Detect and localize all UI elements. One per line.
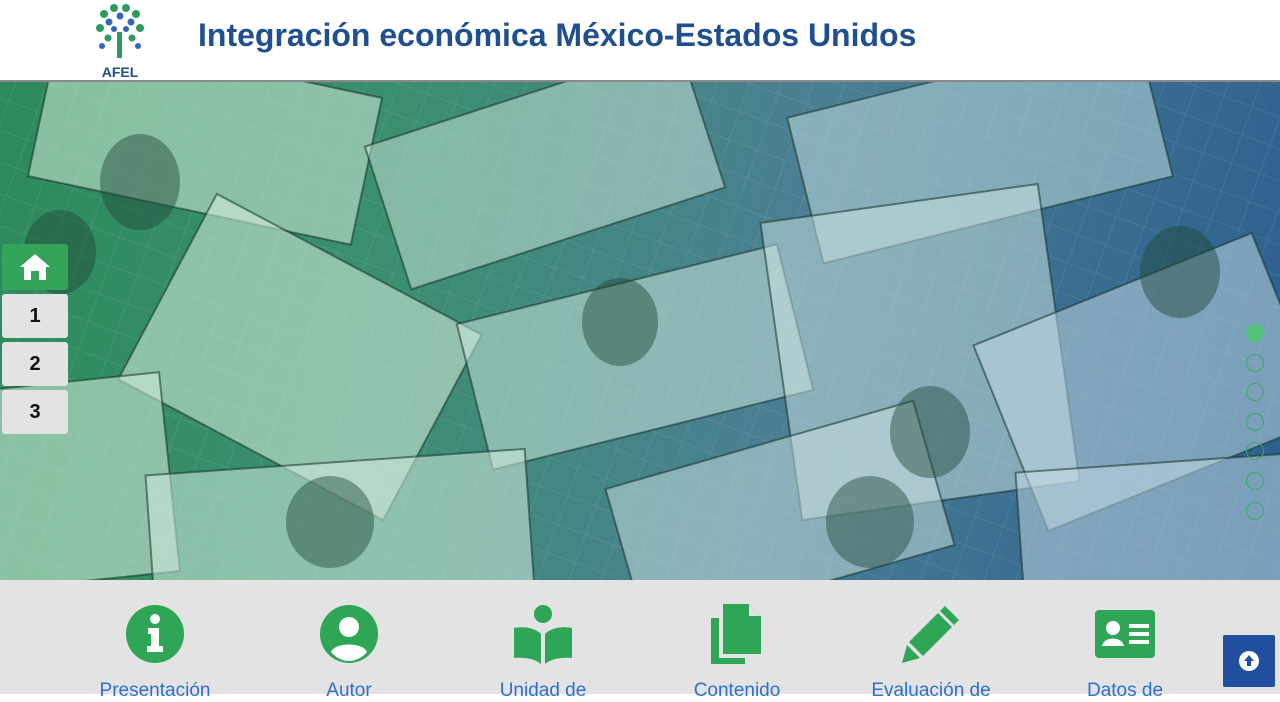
hero-banner <box>0 82 1280 580</box>
site-header: AFEL Integración económica México-Estado… <box>0 0 1280 82</box>
sidenav-item-3[interactable]: 3 <box>2 390 68 434</box>
money-bills-image <box>0 82 1280 580</box>
sidenav-item-1[interactable]: 1 <box>2 294 68 338</box>
slider-dot[interactable] <box>1246 353 1264 372</box>
slider-dots <box>1246 324 1266 531</box>
menu-item-contenido[interactable]: Contenido <box>652 580 822 702</box>
slider-dot[interactable] <box>1246 383 1264 402</box>
menu-item-unidad[interactable]: Unidad de <box>458 580 628 702</box>
info-circle-icon <box>126 605 184 663</box>
home-button[interactable] <box>2 244 68 290</box>
slider-dot[interactable] <box>1246 324 1264 342</box>
menu-item-autor[interactable]: Autor <box>264 580 434 702</box>
slider-dot[interactable] <box>1246 442 1264 461</box>
slider-dot[interactable] <box>1246 471 1264 490</box>
menu-label: Contenido <box>693 680 781 701</box>
menu-label: Unidad de <box>499 680 587 701</box>
menu-item-evaluacion[interactable]: Evaluación de <box>846 580 1016 702</box>
slider-dot[interactable] <box>1246 412 1264 431</box>
menu-label: Autor <box>326 680 372 701</box>
menu-label: Presentación <box>99 680 211 701</box>
menu-label: Evaluación de <box>871 680 991 701</box>
menu-item-presentacion[interactable]: Presentación <box>70 580 240 702</box>
user-circle-icon <box>320 605 378 663</box>
menu-item-datos[interactable]: Datos de <box>1040 580 1210 702</box>
copy-icon <box>711 604 761 664</box>
side-nav: 1 2 3 <box>2 244 68 438</box>
tree-logo-icon <box>96 4 144 58</box>
main-menu: Presentación Autor Unidad de Contenido E… <box>0 580 1280 701</box>
logo-text: AFEL <box>101 64 139 80</box>
page-title: Integración económica México-Estados Uni… <box>198 17 917 53</box>
id-card-icon <box>1095 610 1155 658</box>
menu-label: Datos de <box>1086 680 1164 701</box>
sidenav-item-2[interactable]: 2 <box>2 342 68 386</box>
home-icon <box>20 254 50 280</box>
arrow-up-circle-icon <box>1239 651 1259 671</box>
back-to-top-button[interactable] <box>1223 635 1275 687</box>
pencil-icon <box>902 606 959 663</box>
slider-dot[interactable] <box>1246 501 1264 520</box>
book-reader-icon <box>514 605 572 664</box>
afel-logo[interactable]: AFEL <box>92 2 148 80</box>
